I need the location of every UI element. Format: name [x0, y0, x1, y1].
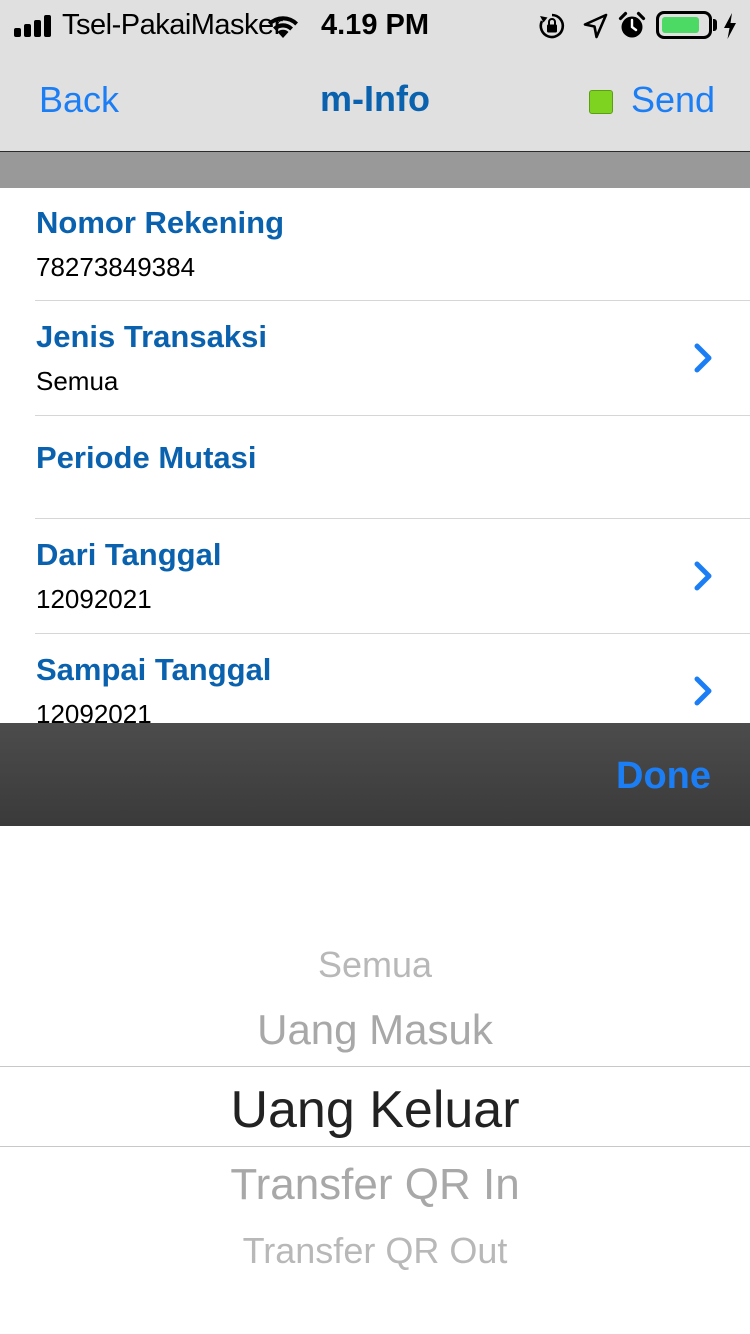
transaction-type-picker[interactable]: Semua Uang Masuk Uang Keluar Transfer QR…: [0, 826, 750, 1334]
top-bar: Tsel-PakaiMasker 4.19 PM Back m-Info Sen…: [0, 0, 750, 152]
row-label: Jenis Transaksi: [36, 319, 267, 354]
row-label: Nomor Rekening: [36, 205, 285, 240]
row-nomor-rekening: Nomor Rekening 78273849384: [0, 188, 750, 300]
orientation-lock-icon: [539, 13, 565, 39]
chevron-right-icon: [694, 561, 712, 591]
section-divider-band: [0, 152, 750, 188]
row-value: 12092021: [36, 699, 152, 723]
done-button[interactable]: Done: [616, 755, 711, 798]
picker-option[interactable]: Uang Masuk: [0, 1006, 750, 1054]
send-button[interactable]: Send: [631, 79, 715, 121]
row-jenis-transaksi[interactable]: Jenis Transaksi Semua: [0, 301, 750, 415]
alarm-icon: [618, 11, 646, 38]
picker-option[interactable]: Transfer QR In: [0, 1160, 750, 1210]
battery-icon: [656, 11, 712, 39]
status-bar: Tsel-PakaiMasker 4.19 PM: [0, 0, 750, 50]
picker-toolbar: Done: [0, 723, 750, 826]
back-button[interactable]: Back: [39, 79, 119, 121]
section-label: Periode Mutasi: [36, 440, 257, 475]
picker-option[interactable]: Transfer QR Out: [0, 1230, 750, 1272]
row-dari-tanggal[interactable]: Dari Tanggal 12092021: [0, 519, 750, 633]
chevron-right-icon: [694, 676, 712, 706]
chevron-right-icon: [694, 343, 712, 373]
row-label: Dari Tanggal: [36, 537, 222, 572]
row-value: 78273849384: [36, 252, 196, 282]
send-status-indicator: [589, 90, 613, 114]
picker-option[interactable]: Semua: [0, 944, 750, 986]
charging-bolt-icon: [724, 13, 736, 39]
navigation-bar: Back m-Info Send: [0, 50, 750, 151]
picker-selection-line-bottom: [0, 1146, 750, 1147]
row-periode-mutasi: Periode Mutasi: [0, 416, 750, 518]
row-label: Sampai Tanggal: [36, 652, 272, 687]
row-value: Semua: [36, 366, 119, 396]
form-list: Nomor Rekening 78273849384 Jenis Transak…: [0, 188, 750, 723]
picker-option-selected[interactable]: Uang Keluar: [0, 1080, 750, 1140]
row-value: 12092021: [36, 584, 152, 614]
battery-fill: [662, 17, 699, 33]
row-sampai-tanggal[interactable]: Sampai Tanggal 12092021: [0, 634, 750, 723]
picker-selection-line-top: [0, 1066, 750, 1067]
battery-nub: [713, 19, 717, 31]
location-arrow-icon: [583, 13, 608, 39]
